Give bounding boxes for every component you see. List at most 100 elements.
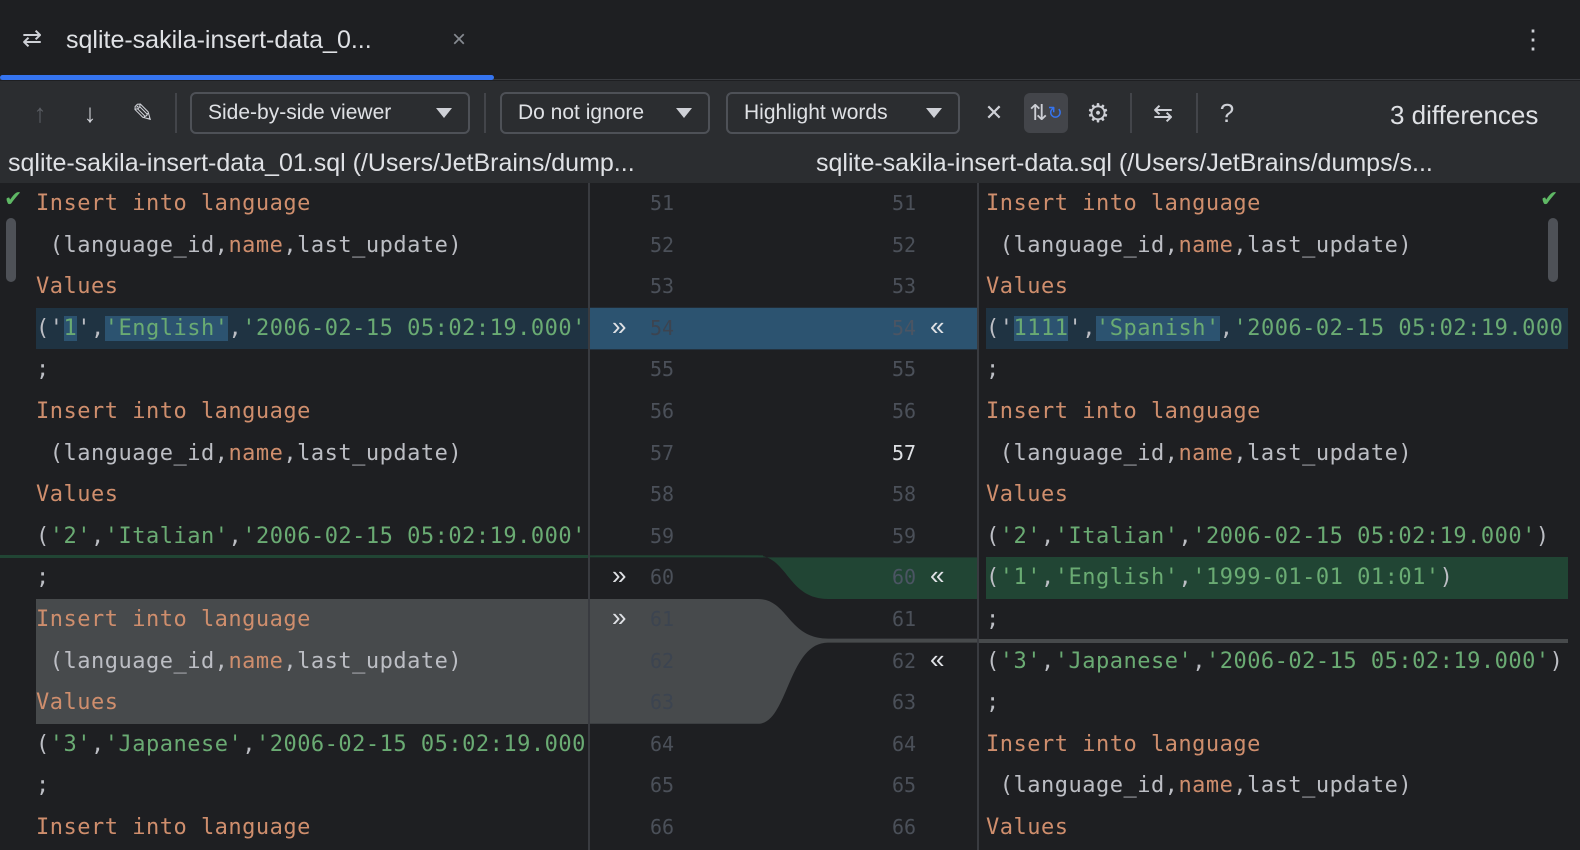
settings-gear-icon[interactable]: ⚙ — [1080, 93, 1116, 133]
left-scrollbar[interactable] — [6, 218, 16, 282]
text-token: , — [228, 315, 243, 341]
code-line: Values — [36, 474, 588, 516]
swap-sides-icon[interactable]: ⇆ — [1144, 93, 1182, 133]
right-line-number: 51 — [892, 191, 917, 215]
string-token: '2' — [49, 523, 91, 549]
left-line-number: 60 — [650, 565, 675, 590]
right-line-number: 57 — [892, 440, 917, 465]
sync-scroll-icon[interactable]: ⇅ ↻ — [1024, 93, 1068, 133]
chevron-down-icon — [676, 108, 692, 118]
left-line-number: 57 — [650, 440, 675, 465]
right-file-header: sqlite-sakila-insert-data.sql (/Users/Je… — [790, 145, 1580, 183]
keyword-token: name — [228, 232, 284, 258]
text-token: ,last_update) — [283, 232, 463, 258]
help-icon[interactable]: ? — [1212, 93, 1242, 133]
viewer-mode-label: Side-by-side viewer — [208, 101, 392, 124]
inserted-connector — [588, 555, 978, 599]
tab-title: sqlite-sakila-insert-data_0... — [66, 26, 372, 54]
left-line-number: 61 — [650, 607, 675, 631]
divider — [977, 183, 979, 850]
string-token: '2006-02-15 05:02:19.000' — [242, 315, 586, 341]
text-token: (language_id, — [986, 440, 1179, 466]
code-line: ('3','Japanese','2006-02-15 05:02:19.000… — [36, 724, 588, 766]
keyword-token: Insert into language — [36, 607, 311, 632]
separator — [1130, 93, 1132, 133]
right-scrollbar[interactable] — [1548, 218, 1558, 282]
left-line-number: 63 — [650, 690, 675, 715]
left-editor[interactable]: Insert into language (language_id,name,l… — [0, 183, 588, 850]
code-line: ; — [36, 557, 588, 599]
text-token: , — [1219, 315, 1234, 341]
keyword-token: name — [1178, 773, 1234, 799]
divider — [588, 183, 590, 850]
differences-count: 3 differences — [1390, 100, 1539, 130]
code-line: Insert into language — [36, 599, 588, 641]
text-token: ) — [1439, 565, 1454, 591]
separator — [175, 93, 177, 133]
code-line: (language_id,name,last_update) — [36, 640, 588, 683]
diff-arrows-icon: ⇄ — [22, 25, 43, 52]
string-token: '2006-02-15 05:02:19.000' — [1233, 315, 1568, 341]
right-line-number: 64 — [892, 731, 917, 756]
right-line-number: 62 — [892, 648, 917, 673]
text-token: (' — [36, 315, 64, 341]
apply-right-to-left-icon[interactable]: « — [930, 306, 944, 348]
code-line: (language_id,name,last_update) — [986, 433, 1568, 475]
deleted-connector — [588, 599, 978, 724]
left-line-number: 55 — [650, 357, 675, 382]
next-difference-icon[interactable]: ↓ — [74, 93, 106, 133]
text-token: ( — [36, 731, 50, 757]
keyword-token: Values — [36, 690, 119, 716]
apply-left-to-right-icon[interactable]: » — [612, 555, 626, 597]
text-token: ; — [986, 607, 1000, 632]
left-line-number: 54 — [650, 315, 675, 340]
apply-left-to-right-icon[interactable]: » — [612, 597, 626, 639]
left-line-number: 56 — [650, 399, 675, 423]
text-token: ( — [986, 648, 1000, 674]
text-token: ', — [77, 315, 105, 341]
string-token: 'English' — [1054, 565, 1179, 591]
text-token: , — [1192, 648, 1206, 674]
code-line: (language_id,name,last_update) — [36, 225, 588, 267]
collapse-unchanged-icon[interactable]: ✕ — [978, 93, 1010, 133]
highlight-mode-dropdown[interactable]: Highlight words — [726, 92, 960, 134]
diff-gutter — [588, 307, 978, 724]
text-token: ; — [36, 773, 50, 799]
text-token: ; — [36, 565, 50, 591]
apply-left-to-right-icon[interactable]: » — [612, 306, 626, 348]
text-token: ; — [986, 690, 1000, 716]
string-token: 'Spanish' — [1095, 315, 1220, 341]
close-tab-icon[interactable]: × — [452, 26, 466, 54]
more-options-icon[interactable]: ⋮ — [1520, 24, 1546, 55]
chevron-down-icon — [926, 108, 942, 118]
diff-toolbar: ↑ ↓ ✎ Side-by-side viewer Do not ignore … — [0, 81, 1580, 145]
code-line: Values — [36, 682, 588, 724]
right-editor[interactable]: Insert into language (language_id,name,l… — [978, 183, 1568, 850]
string-token: 'Japanese' — [1054, 648, 1193, 674]
string-token: '2006-02-15 05:02:19.000' — [255, 731, 588, 757]
previous-difference-icon[interactable]: ↑ — [24, 93, 56, 133]
text-token: , — [242, 731, 256, 757]
text-token: (language_id, — [36, 440, 229, 466]
right-line-number: 56 — [892, 399, 917, 423]
string-token: '3' — [49, 731, 91, 757]
no-errors-check-icon: ✔ — [1540, 186, 1559, 211]
keyword-token: name — [1178, 440, 1234, 466]
apply-right-to-left-icon[interactable]: « — [930, 639, 944, 681]
string-token: '1' — [999, 565, 1041, 591]
edit-pencil-icon[interactable]: ✎ — [126, 93, 160, 133]
code-line: ; — [986, 599, 1568, 641]
left-line-number: 59 — [650, 523, 675, 548]
ignore-whitespace-dropdown[interactable]: Do not ignore — [500, 92, 710, 134]
right-line-number: 58 — [892, 482, 917, 507]
keyword-token: Insert into language — [36, 191, 311, 216]
keyword-token: Values — [36, 482, 119, 508]
text-token: ( — [986, 523, 1000, 549]
diff-tab[interactable]: ⇄ sqlite-sakila-insert-data_0... × — [0, 0, 494, 80]
left-file-header: sqlite-sakila-insert-data_01.sql (/Users… — [0, 145, 790, 183]
string-token: 'English' — [104, 315, 229, 341]
viewer-mode-dropdown[interactable]: Side-by-side viewer — [190, 92, 470, 134]
right-line-number: 63 — [892, 690, 917, 715]
keyword-token: name — [228, 440, 284, 466]
apply-right-to-left-icon[interactable]: « — [930, 555, 944, 597]
